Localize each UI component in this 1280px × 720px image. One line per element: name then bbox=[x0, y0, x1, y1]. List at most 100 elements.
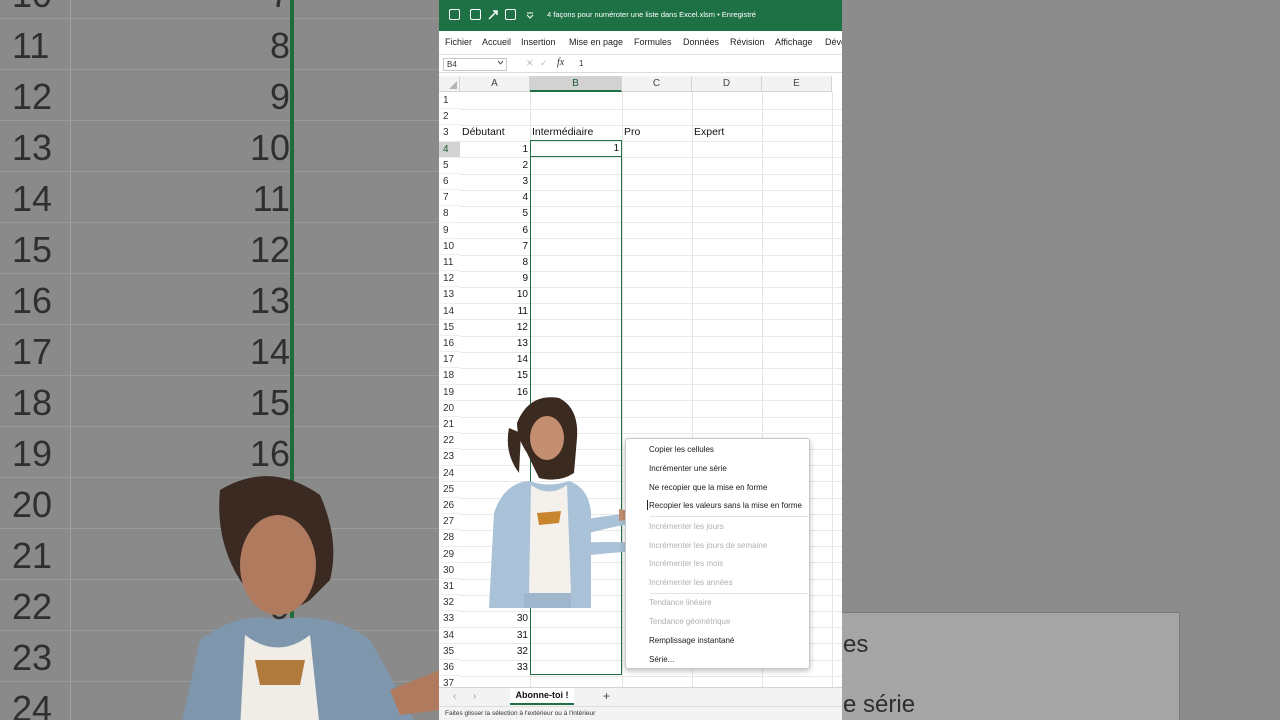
row-header[interactable]: 11 bbox=[439, 255, 460, 272]
spreadsheet-grid[interactable]: ABCDE 1 2 3 4 5 6 7 8 9 10 11 12 13 14 15 16 17 18 19 20 21 2… bbox=[439, 73, 842, 687]
cell-a[interactable]: 1 bbox=[461, 142, 528, 158]
cell-a[interactable]: 7 bbox=[461, 239, 528, 255]
row-header[interactable]: 29 bbox=[439, 546, 460, 563]
row-header[interactable]: 19 bbox=[439, 384, 460, 401]
background-row-number: 19 bbox=[12, 433, 53, 474]
column-header-d[interactable]: D bbox=[692, 76, 762, 92]
cancel-icon[interactable]: ✕ bbox=[526, 58, 534, 69]
row-header[interactable]: 25 bbox=[439, 481, 460, 498]
cell-a[interactable]: 11 bbox=[461, 304, 528, 320]
row-header[interactable]: 15 bbox=[439, 319, 460, 336]
row-header[interactable]: 13 bbox=[439, 287, 460, 304]
tab-revision[interactable]: Révision bbox=[730, 37, 765, 47]
row-header[interactable]: 3 bbox=[439, 125, 460, 142]
document-title[interactable]: 4 façons pour numéroter une liste dans E… bbox=[547, 10, 756, 19]
menu-item-copier-cellules[interactable]: Copier les cellules bbox=[649, 445, 714, 454]
insert-function-icon[interactable]: fx bbox=[557, 57, 564, 68]
cell-a[interactable]: 5 bbox=[461, 206, 528, 222]
menu-item-incrementer-serie[interactable]: Incrémenter une série bbox=[649, 464, 727, 473]
sheet-tabs-bar: ‹ › Abonne-toi ! + bbox=[439, 687, 842, 706]
row-header[interactable]: 23 bbox=[439, 449, 460, 466]
next-sheet-icon[interactable]: › bbox=[473, 691, 476, 702]
cell-a[interactable]: 30 bbox=[461, 611, 528, 627]
column-header-c[interactable]: C bbox=[622, 76, 692, 92]
cell-a[interactable]: 8 bbox=[461, 255, 528, 271]
background-row-number: 21 bbox=[12, 535, 53, 576]
row-header[interactable]: 27 bbox=[439, 514, 460, 531]
row-header[interactable]: 9 bbox=[439, 222, 460, 239]
header-pro[interactable]: Pro bbox=[624, 124, 640, 140]
tab-mise-en-page[interactable]: Mise en page bbox=[569, 37, 623, 47]
cell-a[interactable]: 9 bbox=[461, 271, 528, 287]
row-header[interactable]: 36 bbox=[439, 660, 460, 677]
tab-accueil[interactable]: Accueil bbox=[482, 37, 511, 47]
row-header[interactable]: 18 bbox=[439, 368, 460, 385]
cell-a[interactable]: 3 bbox=[461, 174, 528, 190]
cell-a[interactable]: 4 bbox=[461, 190, 528, 206]
confirm-icon[interactable]: ✓ bbox=[540, 58, 548, 69]
row-header[interactable]: 37 bbox=[439, 676, 460, 687]
quick-access-dropdown-icon[interactable] bbox=[526, 11, 534, 19]
tab-fichier[interactable]: Fichier bbox=[445, 37, 472, 47]
chevron-down-icon[interactable] bbox=[497, 59, 504, 66]
row-header[interactable]: 17 bbox=[439, 352, 460, 369]
row-header[interactable]: 2 bbox=[439, 109, 460, 126]
row-header[interactable]: 35 bbox=[439, 643, 460, 660]
sheet-tab-active[interactable]: Abonne-toi ! bbox=[510, 688, 574, 705]
add-sheet-icon[interactable]: + bbox=[603, 689, 610, 703]
cell-a[interactable]: 33 bbox=[461, 660, 528, 676]
tab-developpeur[interactable]: Déve bbox=[825, 37, 842, 47]
cell-a[interactable]: 14 bbox=[461, 352, 528, 368]
row-header[interactable]: 31 bbox=[439, 579, 460, 596]
save-icon[interactable] bbox=[487, 9, 499, 21]
cell-a[interactable]: 6 bbox=[461, 223, 528, 239]
header-expert[interactable]: Expert bbox=[694, 124, 724, 140]
row-header[interactable]: 24 bbox=[439, 465, 460, 482]
tab-formules[interactable]: Formules bbox=[634, 37, 672, 47]
select-all-button[interactable] bbox=[439, 76, 460, 92]
menu-item-remplissage-instantane[interactable]: Remplissage instantané bbox=[649, 636, 734, 645]
row-header[interactable]: 1 bbox=[439, 93, 460, 110]
menu-item-valeurs-sans-forme[interactable]: Recopier les valeurs sans la mise en for… bbox=[649, 501, 802, 510]
row-header[interactable]: 30 bbox=[439, 562, 460, 579]
row-header[interactable]: 4 bbox=[439, 141, 460, 158]
row-header[interactable]: 22 bbox=[439, 433, 460, 450]
row-header[interactable]: 8 bbox=[439, 206, 460, 223]
cell-a[interactable]: 2 bbox=[461, 158, 528, 174]
menu-item-mise-en-forme[interactable]: Ne recopier que la mise en forme bbox=[649, 483, 767, 492]
tab-donnees[interactable]: Données bbox=[683, 37, 719, 47]
column-header-e[interactable]: E bbox=[762, 76, 832, 92]
menu-item-serie[interactable]: Série... bbox=[649, 655, 674, 664]
row-header[interactable]: 28 bbox=[439, 530, 460, 547]
row-header[interactable]: 32 bbox=[439, 595, 460, 612]
row-header[interactable]: 20 bbox=[439, 400, 460, 417]
row-header[interactable]: 10 bbox=[439, 238, 460, 255]
row-header[interactable]: 33 bbox=[439, 611, 460, 628]
row-header[interactable]: 34 bbox=[439, 627, 460, 644]
cell-a[interactable]: 13 bbox=[461, 336, 528, 352]
cell-a[interactable]: 10 bbox=[461, 287, 528, 303]
cell-a[interactable]: 31 bbox=[461, 628, 528, 644]
autosave-icon[interactable] bbox=[470, 9, 481, 20]
formula-input[interactable]: 1 bbox=[579, 59, 583, 68]
header-debutant[interactable]: Débutant bbox=[462, 124, 505, 140]
cell-a[interactable]: 15 bbox=[461, 368, 528, 384]
cell-a[interactable]: 32 bbox=[461, 644, 528, 660]
row-header[interactable]: 7 bbox=[439, 190, 460, 207]
row-header[interactable]: 5 bbox=[439, 157, 460, 174]
grid-icon[interactable] bbox=[505, 9, 516, 20]
column-header-a[interactable]: A bbox=[460, 76, 530, 92]
cell-b4[interactable]: 1 bbox=[531, 141, 621, 157]
column-header-b[interactable]: B bbox=[530, 76, 622, 92]
row-header[interactable]: 26 bbox=[439, 498, 460, 515]
row-header[interactable]: 6 bbox=[439, 174, 460, 191]
tab-affichage[interactable]: Affichage bbox=[775, 37, 812, 47]
row-header[interactable]: 16 bbox=[439, 336, 460, 353]
row-header[interactable]: 14 bbox=[439, 303, 460, 320]
tab-insertion[interactable]: Insertion bbox=[521, 37, 556, 47]
cell-a[interactable]: 12 bbox=[461, 320, 528, 336]
prev-sheet-icon[interactable]: ‹ bbox=[453, 691, 456, 702]
header-intermediaire[interactable]: Intermédiaire bbox=[532, 124, 593, 140]
row-header[interactable]: 21 bbox=[439, 417, 460, 434]
row-header[interactable]: 12 bbox=[439, 271, 460, 288]
